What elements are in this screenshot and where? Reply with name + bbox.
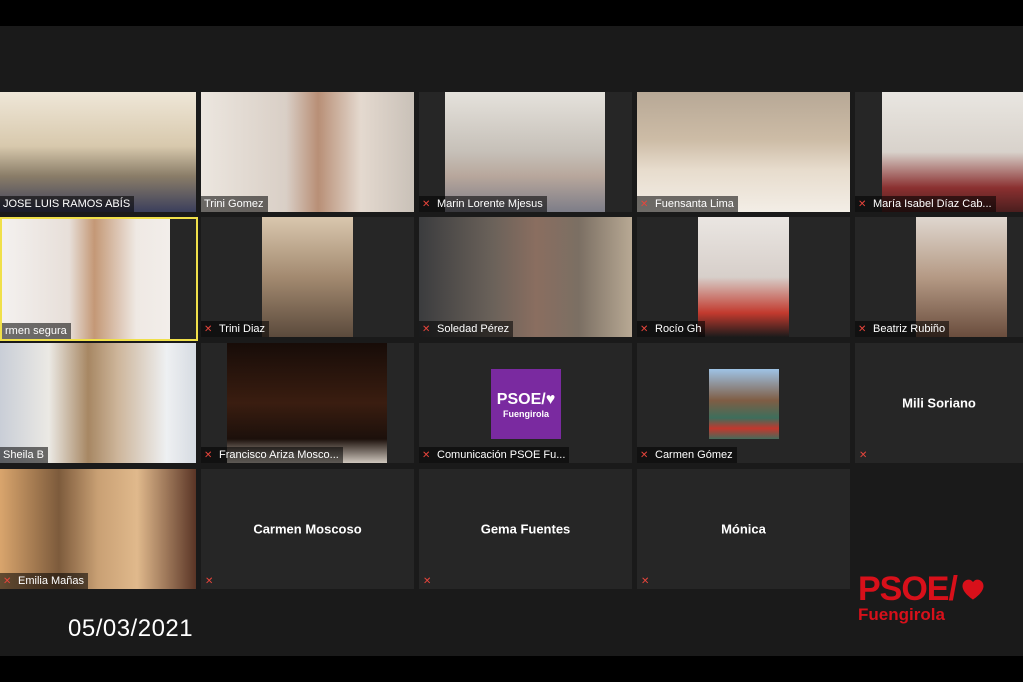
participant-tile[interactable]: ✕ Beatriz Rubiño [855,217,1023,337]
participant-video [445,92,605,212]
participant-name-label: JOSE LUIS RAMOS ABÍS [0,196,135,212]
participant-video [262,217,353,337]
participant-tile[interactable]: Mili Soriano ✕ [855,343,1023,463]
participant-tile[interactable]: ✕ Rocío Gh [637,217,850,337]
participant-tile[interactable]: JOSE LUIS RAMOS ABÍS [0,92,196,212]
participant-name-label: ✕ Soledad Pérez [419,321,514,337]
participant-video [0,469,196,589]
psoe-fuengirola-logo: PSOE/ Fuengirola [858,572,987,624]
participant-name-label: Sheila B [0,447,48,463]
participant-video [882,92,1023,212]
participant-name-label: ✕ Francisco Ariza Mosco... [201,447,343,463]
participant-display-name: Mónica [721,521,766,537]
gallery-view: JOSE LUIS RAMOS ABÍS Trini Gomez ✕ Marin … [0,26,1023,656]
participant-tile[interactable]: ✕ Trini Diaz [201,217,414,337]
mic-muted-icon: ✕ [641,576,650,587]
mic-muted-icon: ✕ [204,450,213,461]
mic-muted-icon: ✕ [858,324,867,335]
participant-video [0,92,196,212]
participant-video [227,343,387,463]
participant-tile[interactable]: ✕ María Isabel Díaz Cab... [855,92,1023,212]
participant-name-label: ✕ Rocío Gh [637,321,706,337]
date-overlay: 05/03/2021 [68,615,194,642]
participant-name-label: ✕ Carmen Gómez [637,447,737,463]
mic-muted-icon: ✕ [640,324,649,335]
participant-tile[interactable]: Sheila B [0,343,196,463]
mic-muted-icon: ✕ [422,324,431,335]
participant-video [698,217,789,337]
participant-tile[interactable]: ✕ Fuensanta Lima [637,92,850,212]
mic-muted-icon: ✕ [204,324,213,335]
mic-muted-icon: ✕ [422,450,431,461]
participant-video [637,92,850,212]
participant-name-label: Trini Gomez [201,196,268,212]
mic-muted-icon: ✕ [3,576,12,587]
participant-tile[interactable]: ✕ Emilia Mañas [0,469,196,589]
heart-icon [959,575,987,603]
mic-muted-icon: ✕ [205,576,214,587]
participant-display-name: Carmen Moscoso [253,521,362,537]
participant-name-label: ✕ María Isabel Díaz Cab... [855,196,996,212]
participant-video [201,92,414,212]
mic-muted-icon: ✕ [640,450,649,461]
mic-muted-icon: ✕ [640,199,649,210]
participant-video [916,217,1007,337]
participant-video [2,219,170,339]
mic-muted-icon: ✕ [422,199,431,210]
participant-name-label: ✕ Fuensanta Lima [637,196,738,212]
participant-name-label: ✕ Trini Diaz [201,321,270,337]
mic-muted-icon: ✕ [858,199,867,210]
participant-name-label: ✕ Beatriz Rubiño [855,321,950,337]
participant-tile[interactable]: Carmen Moscoso ✕ [201,469,414,589]
participant-tile-active-speaker[interactable]: rmen segura [0,217,198,341]
participant-name-label: ✕ Comunicación PSOE Fu... [419,447,570,463]
participant-name-label: rmen segura [2,323,71,339]
participant-tile[interactable]: ✕ Marin Lorente Mjesus [419,92,632,212]
mic-muted-icon: ✕ [423,576,432,587]
psoe-profile-picture: PSOE/♥ Fuengirola [491,369,561,439]
participant-display-name: Gema Fuentes [480,521,571,537]
mic-muted-icon: ✕ [859,450,868,461]
participant-tile[interactable]: Trini Gomez [201,92,414,212]
participant-tile[interactable]: ✕ Carmen Gómez [637,343,850,463]
participant-tile[interactable]: ✕ Soledad Pérez [419,217,632,337]
participant-video [0,343,196,463]
participant-name-label: ✕ Emilia Mañas [0,573,89,589]
participant-tile[interactable]: PSOE/♥ Fuengirola ✕ Comunicación PSOE Fu.… [419,343,632,463]
participant-name-label: ✕ Marin Lorente Mjesus [419,196,547,212]
participant-video [419,217,632,337]
profile-picture [709,369,779,439]
participant-display-name: Mili Soriano [902,395,976,411]
participant-tile[interactable]: Gema Fuentes ✕ [419,469,632,589]
participant-tile[interactable]: Mónica ✕ [637,469,850,589]
participant-tile[interactable]: ✕ Francisco Ariza Mosco... [201,343,414,463]
